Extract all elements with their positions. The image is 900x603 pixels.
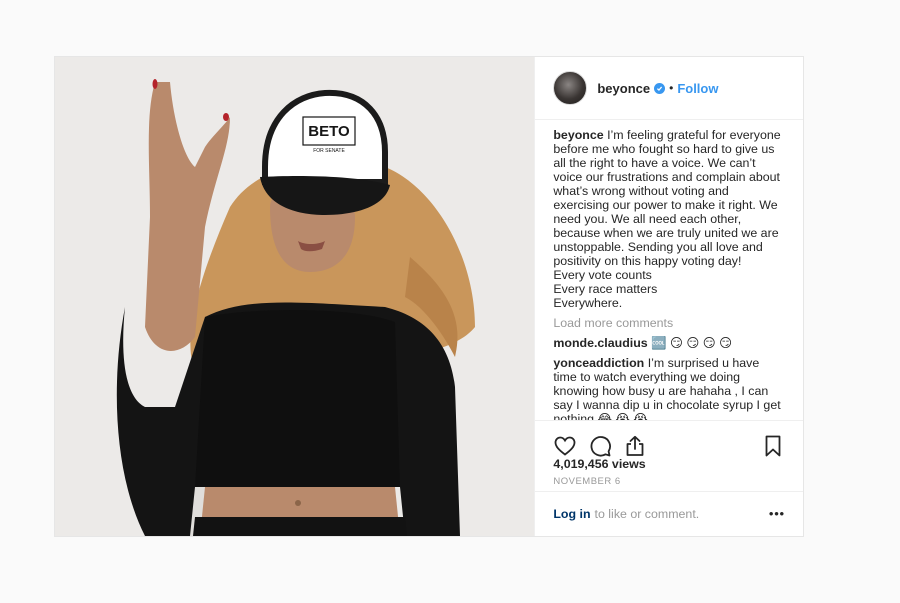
follow-button[interactable]: Follow [677, 81, 718, 96]
load-more-comments-button[interactable]: Load more comments [553, 316, 785, 330]
verified-badge-icon [654, 82, 666, 94]
cap-logo-subtext: FOR SENATE [313, 148, 345, 154]
login-footer: Log in to like or comment. ••• [535, 491, 803, 536]
comment-author[interactable]: yonceaddiction [553, 356, 644, 370]
bookmark-icon[interactable] [761, 434, 785, 458]
more-options-button[interactable]: ••• [769, 507, 785, 521]
post-photo-illustration: BETO FOR SENATE [55, 57, 535, 536]
separator-dot: • [669, 81, 674, 95]
post-sidebar: beyonce • Follow beyonce I’m feeling gra… [534, 57, 803, 536]
share-icon[interactable] [623, 434, 647, 458]
comment-item: monde.claudius 🆒 😏 😏 😏 😏 [553, 336, 785, 350]
view-count[interactable]: 4,019,456 views [553, 457, 645, 471]
caption-author[interactable]: beyonce [553, 128, 603, 142]
post-photo[interactable]: BETO FOR SENATE [55, 57, 535, 536]
cap-logo-text: BETO [308, 123, 350, 140]
avatar[interactable] [553, 71, 588, 105]
heart-icon[interactable] [553, 434, 577, 458]
comment-author[interactable]: monde.claudius [553, 336, 647, 350]
post-date[interactable]: NOVEMBER 6 [553, 476, 620, 487]
login-prompt-text: to like or comment. [594, 507, 700, 521]
post-header: beyonce • Follow [535, 57, 803, 120]
comment-item: yonceaddiction I’m surprised u have time… [553, 356, 785, 420]
username[interactable]: beyonce [597, 81, 650, 96]
caption-text: I’m feeling grateful for everyone before… [553, 128, 781, 310]
login-link[interactable]: Log in [553, 507, 590, 521]
comment-text: 🆒 😏 😏 😏 😏 [651, 336, 733, 350]
caption: beyonce I’m feeling grateful for everyon… [553, 128, 785, 310]
comments-section: beyonce I’m feeling grateful for everyon… [553, 128, 785, 420]
comment-icon[interactable] [588, 434, 612, 458]
instagram-post: BETO FOR SENATE beyonce • Follow beyonce… [54, 56, 804, 537]
